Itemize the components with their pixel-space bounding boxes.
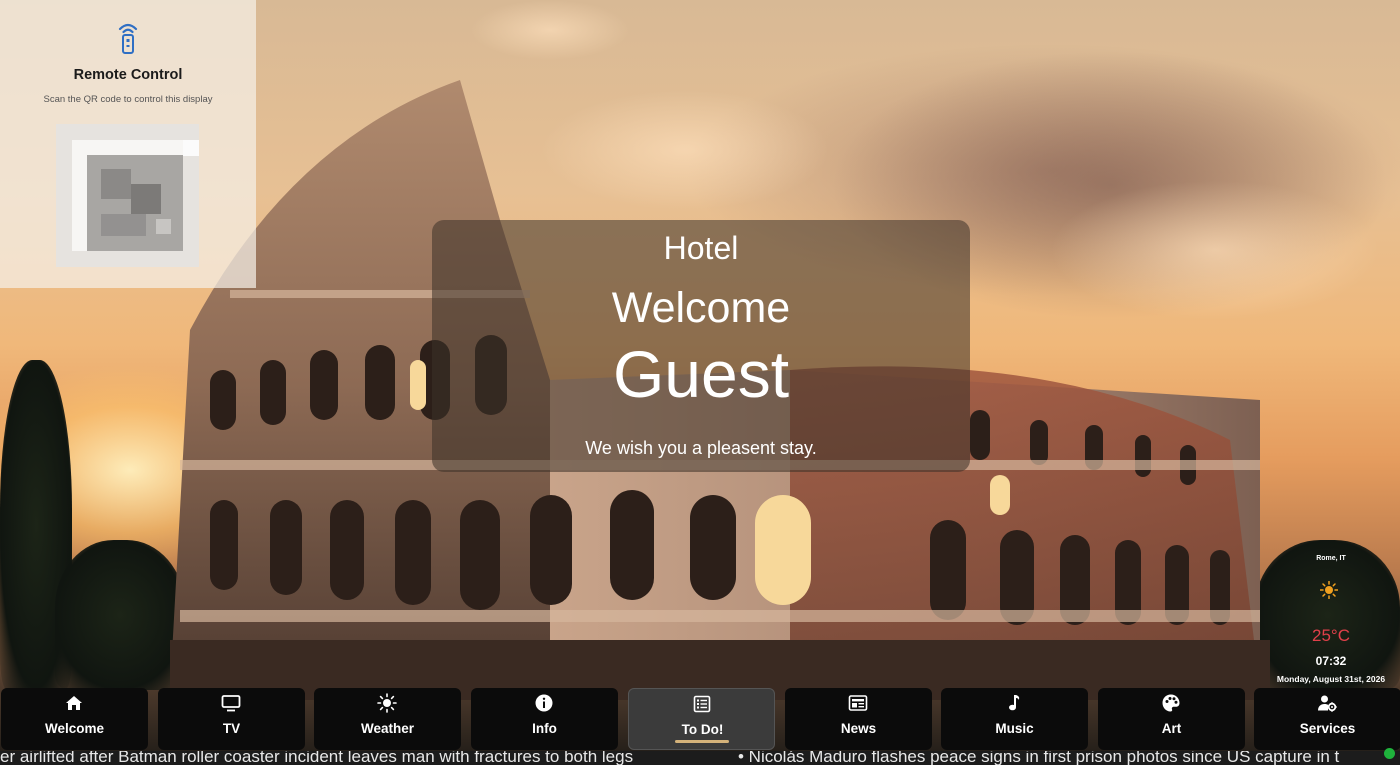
bottom-nav: Welcome TV Weather Info To Do! News Musi…: [0, 688, 1400, 751]
tree: [55, 540, 185, 690]
welcome-heading: Welcome: [611, 284, 791, 332]
sun-icon: [377, 693, 397, 713]
nav-welcome[interactable]: Welcome: [1, 688, 148, 750]
nav-label: Art: [1161, 721, 1182, 736]
welcome-card: Hotel Welcome Guest We wish you a please…: [432, 220, 970, 472]
clock-date: Monday, August 31st, 2026: [1276, 674, 1386, 684]
nav-label: Services: [1299, 721, 1356, 736]
active-indicator: [675, 740, 729, 743]
weather-city: Rome, IT: [1316, 555, 1346, 562]
nav-label: Info: [532, 721, 557, 736]
nav-music[interactable]: Music: [941, 688, 1088, 750]
nav-services[interactable]: Services: [1254, 688, 1400, 750]
nav-label: To Do!: [681, 722, 724, 737]
weather-temperature: 25°C: [1312, 626, 1350, 645]
nav-todo[interactable]: To Do!: [628, 688, 775, 750]
nav-art[interactable]: Art: [1098, 688, 1245, 750]
nav-tv[interactable]: TV: [158, 688, 305, 750]
nav-label: TV: [222, 721, 241, 736]
info-icon: [535, 694, 553, 712]
cloud: [470, 0, 630, 60]
remote-wifi-icon: [118, 23, 138, 54]
tv-icon: [221, 695, 241, 712]
sun-icon: [1320, 581, 1338, 599]
qr-code[interactable]: [56, 124, 199, 267]
ticker-headline: er airlifted after Batman roller coaster…: [0, 751, 634, 765]
user-gear-icon: [1318, 695, 1337, 712]
nav-info[interactable]: Info: [471, 688, 618, 750]
nav-label: Music: [995, 721, 1034, 736]
home-icon: [66, 696, 82, 710]
nav-label: Weather: [360, 721, 415, 736]
palette-icon: [1162, 694, 1180, 712]
ticker-headline: • Nicolás Maduro flashes peace signs in …: [738, 751, 1340, 765]
remote-control-title: Remote Control: [73, 67, 183, 83]
remote-control-subtitle: Scan the QR code to control this display: [43, 94, 213, 105]
newspaper-icon: [848, 695, 868, 711]
nav-label: Welcome: [44, 721, 105, 736]
nav-label: News: [840, 721, 877, 736]
online-status-indicator: [1384, 748, 1395, 759]
welcome-message: We wish you a pleasent stay.: [585, 438, 817, 458]
nav-weather[interactable]: Weather: [314, 688, 461, 750]
remote-control-panel: Remote Control Scan the QR code to contr…: [0, 0, 256, 288]
list-icon: [693, 695, 711, 713]
clock-time: 07:32: [1315, 654, 1347, 668]
hotel-name: Hotel: [663, 230, 739, 266]
music-note-icon: [1009, 695, 1020, 711]
news-ticker: er airlifted after Batman roller coaster…: [0, 751, 1400, 765]
background-photo: Remote Control Scan the QR code to contr…: [0, 0, 1400, 765]
nav-news[interactable]: News: [785, 688, 932, 750]
guest-name: Guest: [612, 337, 790, 411]
weather-widget[interactable]: Rome, IT 25°C 07:32 Monday, August 31st,…: [1262, 552, 1400, 687]
